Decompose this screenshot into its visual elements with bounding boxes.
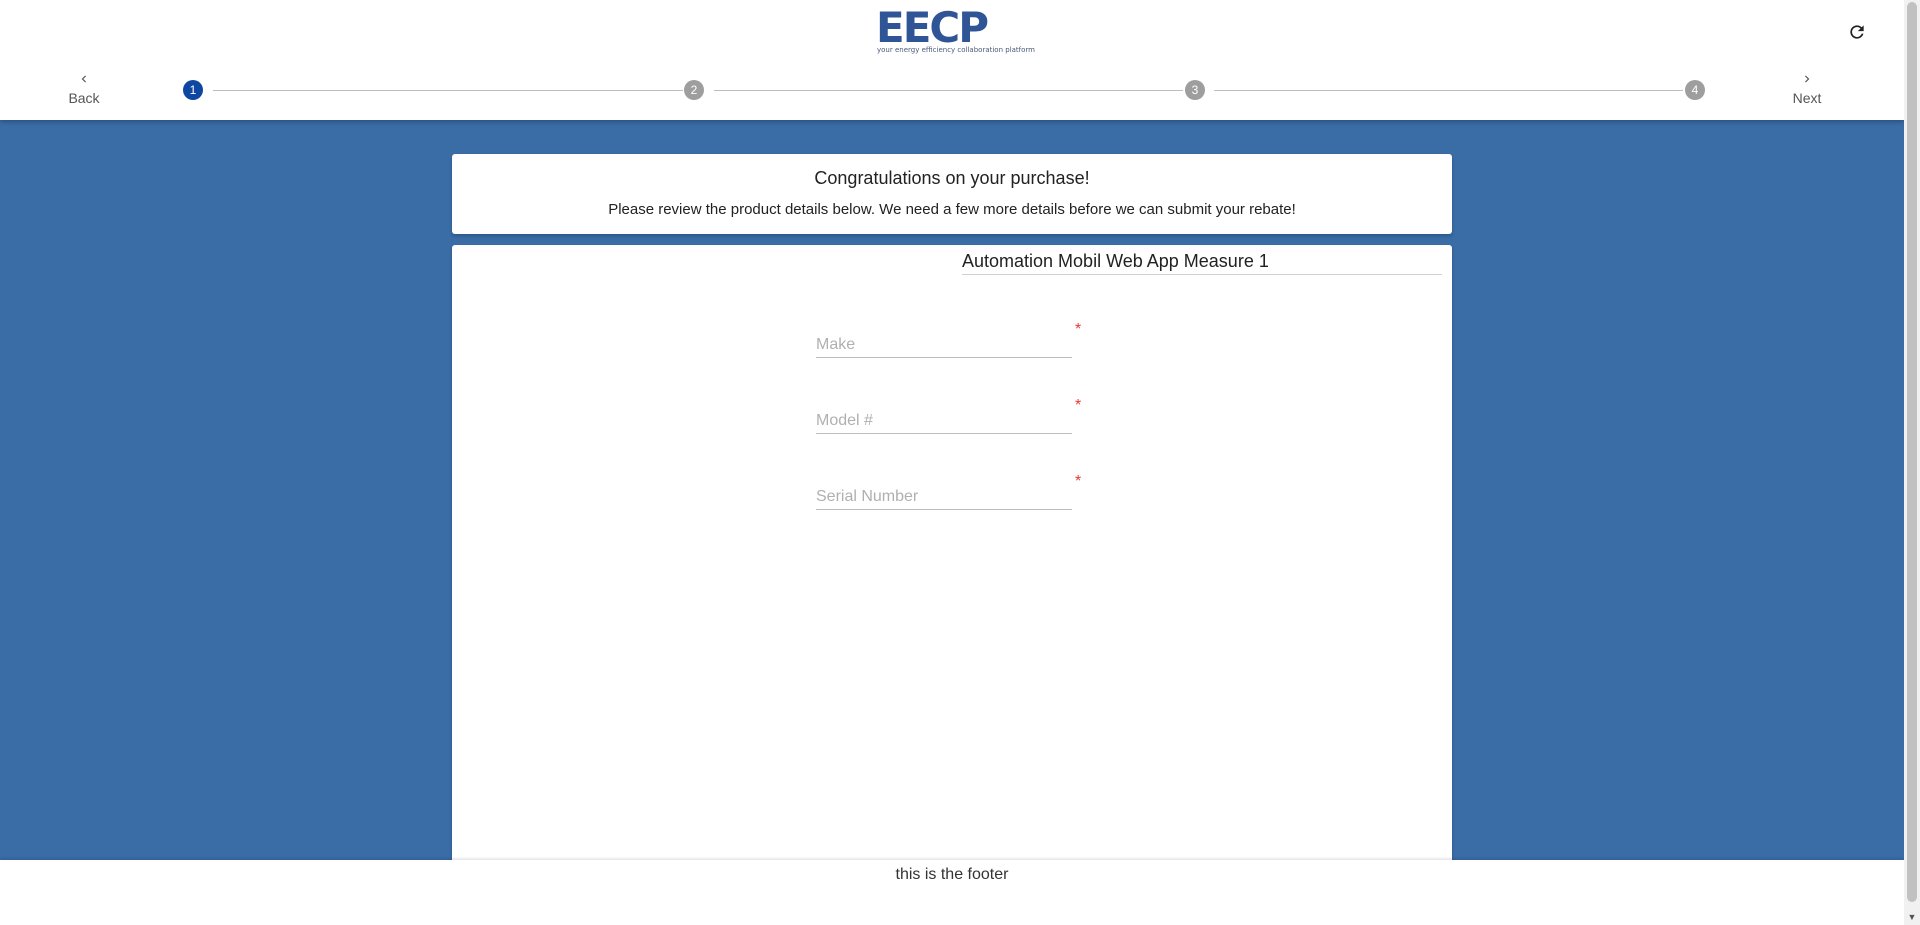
serial-number-field bbox=[816, 466, 1076, 510]
back-label: Back bbox=[68, 90, 100, 106]
step-2[interactable]: 2 bbox=[684, 80, 704, 100]
refresh-button[interactable] bbox=[1843, 18, 1871, 46]
intro-title: Congratulations on your purchase! bbox=[814, 168, 1090, 188]
model-required-mark: * bbox=[1075, 397, 1082, 414]
eecp-logo: EECP your energy efficiency collaboratio… bbox=[876, 3, 1035, 56]
serial-number-required-mark: * bbox=[1075, 473, 1082, 490]
measure-title: Automation Mobil Web App Measure 1 bbox=[962, 251, 1442, 275]
model-input[interactable] bbox=[816, 408, 1072, 434]
step-1[interactable]: 1 bbox=[183, 80, 203, 100]
next-label: Next bbox=[1792, 90, 1822, 106]
model-field bbox=[816, 390, 1076, 434]
product-details-card: Automation Mobil Web App Measure 1 * * * bbox=[452, 245, 1452, 865]
make-field bbox=[816, 314, 1076, 358]
step-connector bbox=[1214, 90, 1683, 91]
step-4[interactable]: 4 bbox=[1685, 80, 1705, 100]
intro-card: Congratulations on your purchase! Please… bbox=[452, 154, 1452, 234]
make-input[interactable] bbox=[816, 332, 1072, 358]
logo-tagline: your energy efficiency collaboration pla… bbox=[877, 46, 1035, 54]
progress-stepper: 1 2 3 4 bbox=[183, 80, 1705, 100]
footer-text: this is the footer bbox=[895, 866, 1009, 883]
vertical-scrollbar[interactable]: ▼ bbox=[1904, 0, 1920, 925]
serial-number-input[interactable] bbox=[816, 484, 1072, 510]
scrollbar-thumb[interactable] bbox=[1907, 2, 1917, 902]
scroll-down-arrow-icon[interactable]: ▼ bbox=[1907, 912, 1917, 922]
refresh-icon bbox=[1850, 25, 1864, 39]
chevron-right-icon bbox=[1772, 72, 1842, 90]
back-button[interactable]: Back bbox=[49, 72, 119, 112]
logo-wordmark: EECP bbox=[876, 3, 989, 52]
step-connector bbox=[213, 90, 683, 91]
page-background: EECP your energy efficiency collaboratio… bbox=[0, 0, 1904, 925]
intro-subtitle: Please review the product details below.… bbox=[608, 201, 1296, 218]
step-connector bbox=[714, 90, 1183, 91]
app-header: EECP your energy efficiency collaboratio… bbox=[0, 0, 1904, 120]
make-required-mark: * bbox=[1075, 321, 1082, 338]
page-footer: this is the footer bbox=[0, 860, 1904, 925]
next-button[interactable]: Next bbox=[1772, 72, 1842, 112]
chevron-left-icon bbox=[49, 72, 119, 90]
step-3[interactable]: 3 bbox=[1185, 80, 1205, 100]
